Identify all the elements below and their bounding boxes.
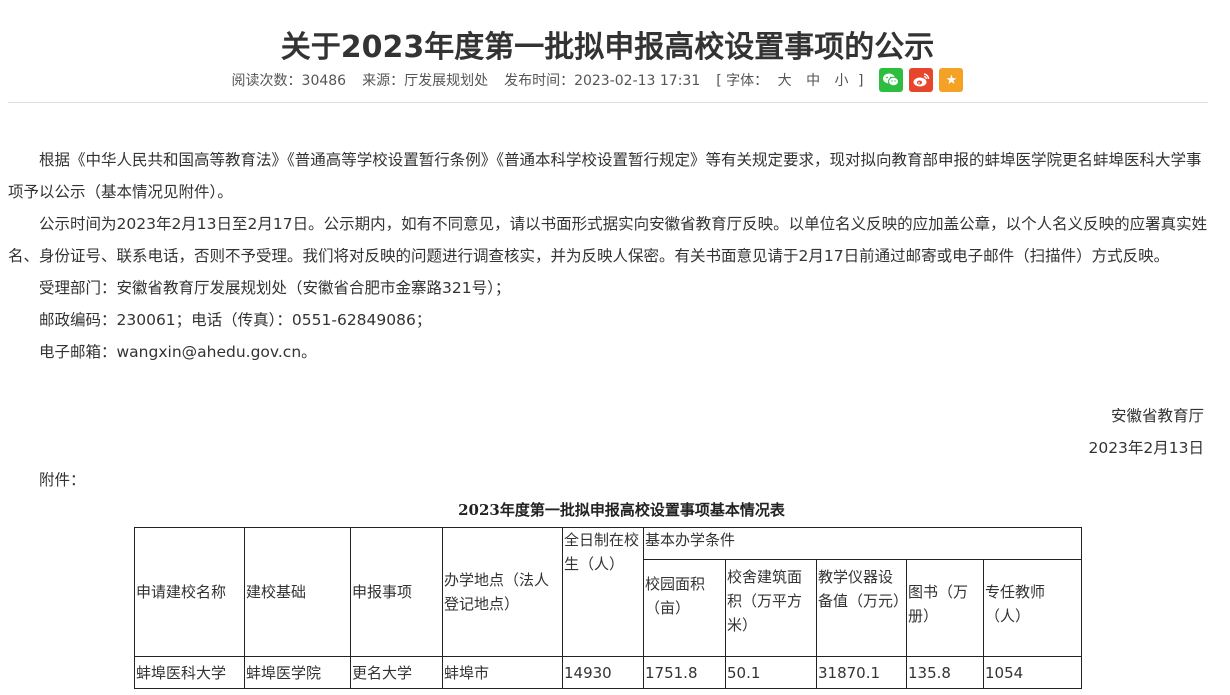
header-divider bbox=[8, 102, 1208, 103]
info-table: 申请建校名称 建校基础 申报事项 办学地点（法人登记地点） 全日制在校生（人） … bbox=[134, 527, 1082, 689]
header-base: 建校基础 bbox=[244, 527, 351, 657]
header-building-area: 校舍建筑面积（万平方米） bbox=[725, 559, 817, 657]
article-page: 关于2023年度第一批拟申报高校设置事项的公示 阅读次数：30486 来源：厅发… bbox=[0, 0, 1230, 695]
publish-time: 发布时间：2023-02-13 17:31 bbox=[504, 73, 701, 89]
article-source: 来源：厅发展规划处 bbox=[362, 73, 489, 89]
read-count: 阅读次数：30486 bbox=[231, 73, 347, 89]
page-title: 关于2023年度第一批拟申报高校设置事项的公示 bbox=[280, 30, 935, 66]
contact-email: 电子邮箱：wangxin@ahedu.gov.cn。 bbox=[39, 343, 317, 361]
font-size-selector: [ 字体： 大 中 小 ] bbox=[716, 70, 863, 90]
cell-campus-area: 1751.8 bbox=[643, 656, 726, 689]
share-wechat-button[interactable] bbox=[879, 68, 904, 92]
wechat-icon bbox=[883, 73, 900, 87]
body-paragraph: 公示时间为2023年2月13日至2月17日。公示期内，如有不同意见，请以书面形式… bbox=[8, 215, 1208, 265]
attachment-label: 附件： bbox=[39, 471, 86, 489]
header-location: 办学地点（法人登记地点） bbox=[442, 527, 563, 657]
header-equipment: 教学仪器设备值（万元） bbox=[816, 559, 907, 657]
font-size-medium-button[interactable]: 中 bbox=[806, 73, 820, 89]
font-size-large-button[interactable]: 大 bbox=[778, 73, 792, 89]
signature-date: 2023年2月13日 bbox=[1088, 439, 1204, 457]
cell-teachers: 1054 bbox=[983, 656, 1082, 689]
share-weibo-button[interactable] bbox=[909, 68, 934, 92]
cell-base: 蚌埠医学院 bbox=[244, 656, 351, 689]
header-campus-area: 校园面积（亩） bbox=[643, 559, 726, 657]
table-title: 2023年度第一批拟申报高校设置事项基本情况表 bbox=[458, 501, 785, 519]
article-body: 根据《中华人民共和国高等教育法》《普通高等学校设置暂行条例》《普通本科学校设置暂… bbox=[8, 144, 1208, 368]
cell-equipment: 31870.1 bbox=[816, 656, 907, 689]
font-size-small-button[interactable]: 小 bbox=[835, 73, 849, 89]
cell-books: 135.8 bbox=[906, 656, 984, 689]
cell-students: 14930 bbox=[562, 656, 644, 689]
font-size-label: [ 字体： bbox=[716, 73, 769, 89]
cell-building-area: 50.1 bbox=[725, 656, 817, 689]
signature-org: 安徽省教育厅 bbox=[1110, 407, 1204, 425]
header-students: 全日制在校生（人） bbox=[562, 527, 644, 657]
cell-school-name: 蚌埠医科大学 bbox=[134, 656, 245, 689]
font-size-close: ] bbox=[857, 73, 864, 89]
body-paragraph: 受理部门：安徽省教育厅发展规划处（安徽省合肥市金寨路321号）； bbox=[39, 279, 511, 297]
header-conditions: 基本办学条件 bbox=[643, 527, 1082, 560]
weibo-icon bbox=[913, 73, 930, 87]
header-books: 图书（万册） bbox=[906, 559, 984, 657]
header-teachers: 专任教师（人） bbox=[983, 559, 1082, 657]
favorite-button[interactable]: ★ bbox=[939, 68, 964, 92]
header-school-name: 申请建校名称 bbox=[134, 527, 245, 657]
cell-location: 蚌埠市 bbox=[442, 656, 563, 689]
header-item: 申报事项 bbox=[350, 527, 443, 657]
article-meta: 阅读次数：30486 来源：厅发展规划处 发布时间：2023-02-13 17:… bbox=[0, 66, 1195, 94]
star-icon: ★ bbox=[945, 72, 958, 88]
body-paragraph: 邮政编码：230061；电话（传真）：0551-62849086； bbox=[39, 311, 432, 329]
body-paragraph: 根据《中华人民共和国高等教育法》《普通高等学校设置暂行条例》《普通本科学校设置暂… bbox=[8, 151, 1202, 201]
cell-item: 更名大学 bbox=[350, 656, 443, 689]
table-row: 蚌埠医科大学 蚌埠医学院 更名大学 蚌埠市 14930 1751.8 50.1 … bbox=[134, 656, 1082, 689]
